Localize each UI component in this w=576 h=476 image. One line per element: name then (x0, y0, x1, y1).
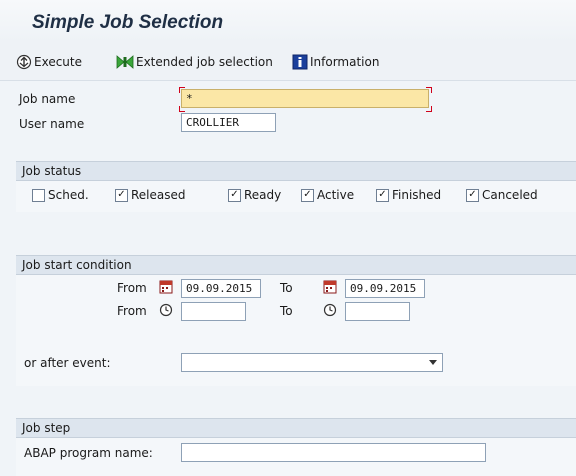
job-status-group: Job status Sched. ✓ Released ✓ Ready ✓ A… (16, 161, 576, 212)
after-event-label: or after event: (24, 356, 111, 370)
checkbox-finished[interactable]: ✓ Finished (376, 188, 441, 202)
job-step-heading: Job step (16, 419, 576, 438)
abap-program-label: ABAP program name: (24, 446, 153, 460)
from-date-field[interactable]: 09.09.2015 (181, 279, 261, 298)
checkmark-icon: ✓ (228, 188, 241, 202)
checkbox-label: Released (131, 188, 186, 202)
title-bar: Simple Job Selection (0, 0, 576, 42)
checkbox-label: Active (317, 188, 355, 202)
clock-icon[interactable] (323, 303, 337, 317)
focus-corner (426, 106, 432, 112)
checkbox-released[interactable]: ✓ Released (115, 188, 186, 202)
from-date-label: From (117, 281, 147, 295)
calendar-icon[interactable] (159, 280, 173, 294)
from-time-label: From (117, 304, 147, 318)
calendar-icon[interactable] (323, 280, 337, 294)
job-start-condition-heading: Job start condition (16, 256, 576, 275)
extended-label: Extended job selection (136, 55, 273, 69)
information-icon (292, 54, 308, 70)
to-date-label: To (280, 281, 293, 295)
user-name-label: User name (19, 117, 85, 131)
job-step-group: Job step ABAP program name: (16, 418, 576, 476)
job-start-condition-group: Job start condition From 09.09.2015 To 0… (16, 255, 576, 386)
checkmark-icon: ✓ (376, 188, 389, 202)
checkbox-sched[interactable]: Sched. (32, 188, 89, 202)
after-event-dropdown[interactable] (181, 353, 443, 372)
information-label: Information (310, 55, 380, 69)
application-toolbar: Execute Extended job selection Informati… (0, 42, 576, 81)
clock-icon[interactable] (159, 303, 173, 317)
execute-label: Execute (34, 55, 82, 69)
checkbox-active[interactable]: ✓ Active (301, 188, 354, 202)
checkmark-icon: ✓ (115, 188, 128, 202)
abap-program-field[interactable] (181, 443, 486, 462)
checkbox-label: Canceled (482, 188, 538, 202)
extended-job-selection-button[interactable]: Extended job selection (116, 53, 273, 71)
checkbox-label: Ready (244, 188, 282, 202)
chevron-down-icon[interactable] (429, 360, 437, 365)
checkbox-ready[interactable]: ✓ Ready (228, 188, 281, 202)
execute-button[interactable]: Execute (16, 53, 82, 71)
job-status-heading: Job status (16, 162, 576, 181)
focus-corner (179, 87, 185, 93)
checkbox-canceled[interactable]: ✓ Canceled (466, 188, 538, 202)
job-name-label: Job name (19, 92, 76, 106)
to-date-field[interactable]: 09.09.2015 (345, 279, 425, 298)
information-button[interactable]: Information (292, 53, 379, 71)
checkmark-icon: ✓ (466, 188, 479, 202)
checkbox-box (32, 188, 45, 202)
page-title: Simple Job Selection (32, 12, 224, 33)
checkmark-icon: ✓ (301, 188, 314, 202)
from-time-field[interactable] (181, 302, 246, 321)
user-name-field[interactable]: CROLLIER (181, 113, 276, 132)
to-time-field[interactable] (345, 302, 410, 321)
focus-corner (179, 106, 185, 112)
checkbox-label: Finished (392, 188, 442, 202)
job-name-field[interactable]: * (181, 89, 429, 108)
checkbox-label: Sched. (48, 188, 89, 202)
focus-corner (426, 87, 432, 93)
extended-selection-icon (116, 55, 134, 69)
to-time-label: To (280, 304, 293, 318)
execute-icon (16, 54, 32, 70)
